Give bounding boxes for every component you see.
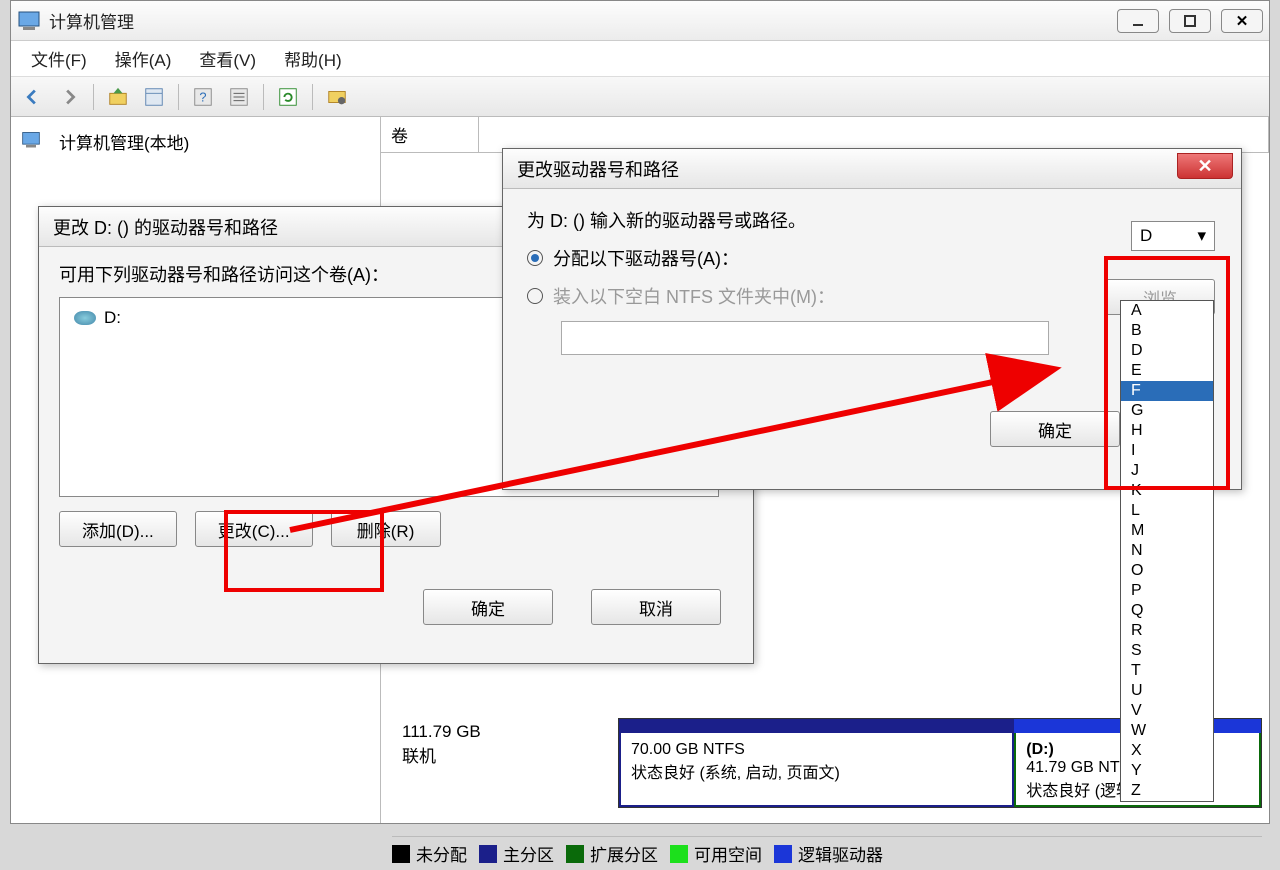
close-button[interactable]: ✕	[1221, 9, 1263, 33]
dropdown-option-W[interactable]: W	[1121, 721, 1213, 741]
legend-swatch-logical	[774, 845, 792, 863]
part-c-size: 70.00 GB NTFS	[631, 741, 1002, 759]
caret-down-icon: ▾	[1197, 226, 1206, 246]
dropdown-option-F[interactable]: F	[1121, 381, 1213, 401]
drive-item-label: D:	[104, 308, 121, 328]
dropdown-option-Z[interactable]: Z	[1121, 781, 1213, 801]
disk-info[interactable]: 111.79 GB 联机	[392, 718, 618, 808]
dropdown-option-B[interactable]: B	[1121, 321, 1213, 341]
tree-root-label: 计算机管理(本地)	[59, 129, 189, 154]
dropdown-option-V[interactable]: V	[1121, 701, 1213, 721]
computer-icon	[21, 130, 45, 154]
titlebar[interactable]: 计算机管理 ✕	[11, 1, 1269, 41]
legend: 未分配 主分区 扩展分区 可用空间 逻辑驱动器	[392, 836, 1262, 866]
legend-logical: 逻辑驱动器	[798, 841, 883, 866]
minimize-button[interactable]	[1117, 9, 1159, 33]
cancel-button[interactable]: 取消	[591, 589, 721, 625]
menu-file[interactable]: 文件(F)	[31, 46, 87, 71]
col-volume[interactable]: 卷	[381, 117, 479, 152]
menu-action[interactable]: 操作(A)	[115, 46, 172, 71]
part-d-name: (D:)	[1026, 741, 1054, 758]
forward-button[interactable]	[55, 83, 83, 111]
legend-swatch-extended	[566, 845, 584, 863]
dropdown-option-K[interactable]: K	[1121, 481, 1213, 501]
dropdown-option-E[interactable]: E	[1121, 361, 1213, 381]
combo-value: D	[1140, 226, 1152, 246]
tree-root[interactable]: 计算机管理(本地)	[21, 125, 370, 158]
legend-extended: 扩展分区	[590, 841, 658, 866]
list-icon[interactable]	[225, 83, 253, 111]
menubar: 文件(F) 操作(A) 查看(V) 帮助(H)	[11, 41, 1269, 77]
legend-primary: 主分区	[503, 841, 554, 866]
dropdown-option-O[interactable]: O	[1121, 561, 1213, 581]
dropdown-option-S[interactable]: S	[1121, 641, 1213, 661]
assign-letter-radio-row[interactable]: 分配以下驱动器号(A)：	[527, 245, 1217, 271]
legend-swatch-free	[670, 845, 688, 863]
part-c-status: 状态良好 (系统, 启动, 页面文)	[631, 759, 1002, 783]
dropdown-option-R[interactable]: R	[1121, 621, 1213, 641]
change-button[interactable]: 更改(C)...	[195, 511, 313, 547]
assign-label: 分配以下驱动器号(A)：	[553, 245, 739, 271]
dropdown-option-H[interactable]: H	[1121, 421, 1213, 441]
dialog2-close-button[interactable]: ✕	[1177, 153, 1233, 179]
dropdown-option-N[interactable]: N	[1121, 541, 1213, 561]
menu-view[interactable]: 查看(V)	[199, 46, 256, 71]
window-title: 计算机管理	[49, 8, 1117, 33]
toolbar: ?	[11, 77, 1269, 117]
legend-swatch-primary	[479, 845, 497, 863]
dropdown-option-M[interactable]: M	[1121, 521, 1213, 541]
drive-letter-combo[interactable]: D ▾	[1131, 221, 1215, 251]
mount-path-input[interactable]	[561, 321, 1049, 355]
dropdown-option-Y[interactable]: Y	[1121, 761, 1213, 781]
mount-label: 装入以下空白 NTFS 文件夹中(M)：	[553, 283, 835, 309]
disk-status: 联机	[402, 742, 608, 767]
refresh-icon[interactable]	[274, 83, 302, 111]
maximize-button[interactable]	[1169, 9, 1211, 33]
app-icon	[17, 9, 41, 33]
drive-icon	[74, 311, 96, 325]
svg-text:?: ?	[199, 89, 206, 104]
dropdown-option-X[interactable]: X	[1121, 741, 1213, 761]
dropdown-option-P[interactable]: P	[1121, 581, 1213, 601]
drive-letter-dropdown[interactable]: ABDEFGHIJKLMNOPQRSTUVWXYZ	[1120, 300, 1214, 802]
dropdown-option-U[interactable]: U	[1121, 681, 1213, 701]
legend-free: 可用空间	[694, 841, 762, 866]
legend-swatch-unalloc	[392, 845, 410, 863]
partition-header-primary	[619, 719, 1014, 733]
dropdown-option-L[interactable]: L	[1121, 501, 1213, 521]
dropdown-option-A[interactable]: A	[1121, 301, 1213, 321]
help-icon[interactable]: ?	[189, 83, 217, 111]
properties-icon[interactable]	[140, 83, 168, 111]
disk-size: 111.79 GB	[402, 722, 608, 742]
up-icon[interactable]	[104, 83, 132, 111]
dropdown-option-G[interactable]: G	[1121, 401, 1213, 421]
col-other[interactable]	[479, 117, 1269, 152]
menu-help[interactable]: 帮助(H)	[284, 46, 342, 71]
radio-assign[interactable]	[527, 250, 543, 266]
dialog2-prompt: 为 D: () 输入新的驱动器号或路径。	[527, 207, 1217, 233]
add-button[interactable]: 添加(D)...	[59, 511, 177, 547]
partition-c[interactable]: 70.00 GB NTFS 状态良好 (系统, 启动, 页面文)	[619, 719, 1014, 807]
settings-icon[interactable]	[323, 83, 351, 111]
back-button[interactable]	[19, 83, 47, 111]
dropdown-option-I[interactable]: I	[1121, 441, 1213, 461]
ok-button[interactable]: 确定	[423, 589, 553, 625]
remove-button[interactable]: 删除(R)	[331, 511, 441, 547]
dropdown-option-D[interactable]: D	[1121, 341, 1213, 361]
ok-button[interactable]: 确定	[990, 411, 1120, 447]
dropdown-option-T[interactable]: T	[1121, 661, 1213, 681]
dropdown-option-Q[interactable]: Q	[1121, 601, 1213, 621]
legend-unalloc: 未分配	[416, 841, 467, 866]
dropdown-option-J[interactable]: J	[1121, 461, 1213, 481]
dialog2-title[interactable]: 更改驱动器号和路径 ✕	[503, 149, 1241, 189]
radio-mount[interactable]	[527, 288, 543, 304]
